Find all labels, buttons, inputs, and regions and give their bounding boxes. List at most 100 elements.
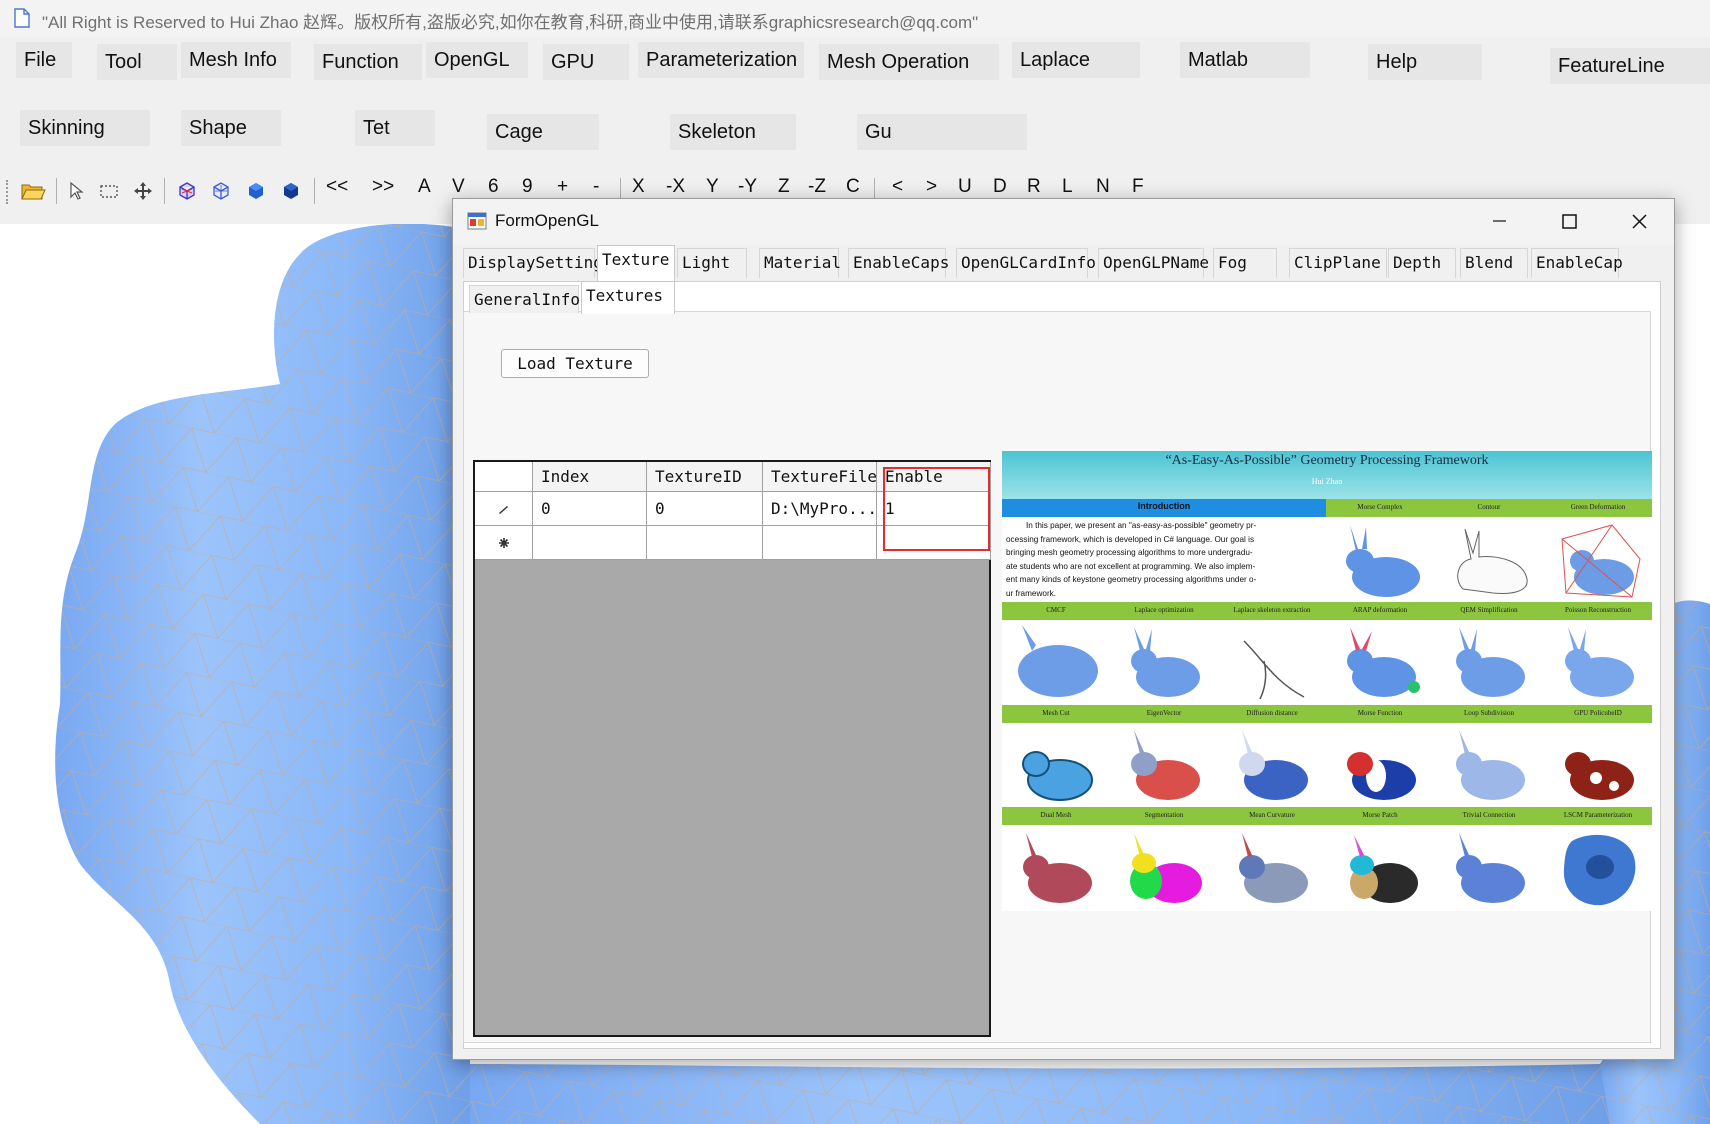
toolbar-v[interactable]: V: [452, 176, 465, 198]
menu-cage[interactable]: Cage: [487, 114, 599, 150]
load-texture-button[interactable]: Load Texture: [501, 349, 649, 378]
tab-depth[interactable]: Depth: [1388, 248, 1456, 278]
intro-line: bringing mesh geometry processing algori…: [1006, 548, 1253, 557]
grid-new-cell-index[interactable]: [533, 526, 647, 560]
toolbar-neg-z[interactable]: -Z: [808, 176, 826, 198]
grid-row-header[interactable]: [475, 492, 533, 526]
grid-header-texturefile[interactable]: TextureFile: [763, 462, 877, 492]
menu-matlab[interactable]: Matlab: [1180, 42, 1310, 78]
subtab-textures[interactable]: Textures: [581, 281, 675, 314]
tab-openglcardinfo[interactable]: OpenGLCardInfo: [956, 248, 1096, 278]
menu-skinning[interactable]: Skinning: [20, 110, 150, 146]
poster-label: Morse Complex: [1357, 503, 1403, 511]
menu-mesh-operation[interactable]: Mesh Operation: [819, 44, 999, 80]
grid-header-textureid[interactable]: TextureID: [647, 462, 763, 492]
menu-help[interactable]: Help: [1368, 44, 1482, 80]
toolbar-next-next[interactable]: >>: [372, 176, 394, 198]
menu-tool[interactable]: Tool: [97, 44, 177, 80]
dialog-titlebar[interactable]: FormOpenGL: [453, 199, 1674, 245]
menu-function[interactable]: Function: [314, 44, 422, 80]
menu-laplace[interactable]: Laplace: [1012, 42, 1140, 78]
toolbar-z[interactable]: Z: [778, 176, 790, 198]
grid-new-row-header[interactable]: [475, 526, 533, 560]
poster-band-3: [1002, 807, 1652, 825]
tab-enablecaps[interactable]: EnableCaps: [848, 248, 949, 278]
toolbar-minus[interactable]: -: [593, 176, 599, 198]
solid-cube-dark-icon[interactable]: [280, 180, 302, 202]
tab-fog[interactable]: Fog: [1213, 248, 1277, 278]
bunny-thumbnail: [1441, 621, 1537, 703]
poster-band-2: [1002, 705, 1652, 723]
toolbar-x[interactable]: X: [632, 176, 645, 198]
poster-label: Trivial Connection: [1462, 811, 1516, 819]
toolbar-d[interactable]: D: [993, 176, 1007, 198]
grid-new-cell-textureid[interactable]: [647, 526, 763, 560]
bunny-thumbnail: [1441, 724, 1537, 806]
toolbar-less[interactable]: <: [892, 176, 903, 198]
toolbar-n[interactable]: N: [1096, 176, 1110, 198]
solid-cube-icon[interactable]: [245, 180, 267, 202]
poster-intro-text: In this paper, we present an "as-easy-as…: [1006, 519, 1326, 600]
menu-skeleton[interactable]: Skeleton: [670, 114, 796, 150]
tab-clipplane[interactable]: ClipPlane: [1289, 248, 1387, 278]
bunny-thumbnail: [1332, 827, 1428, 909]
toolbar-neg-x[interactable]: -X: [666, 176, 685, 198]
close-icon[interactable]: [1604, 199, 1674, 243]
tab-light[interactable]: Light: [677, 248, 747, 278]
bunny-thumbnail: [1008, 827, 1104, 909]
menu-gu[interactable]: Gu: [857, 114, 1027, 150]
toolbar-r[interactable]: R: [1027, 176, 1041, 198]
rect-select-icon[interactable]: [98, 180, 120, 202]
menu-file[interactable]: File: [16, 42, 72, 78]
grid-new-cell-texturefile[interactable]: [763, 526, 877, 560]
toolbar-l[interactable]: L: [1062, 176, 1073, 198]
wire-cube-icon[interactable]: [176, 180, 198, 202]
grid-cell-index[interactable]: 0: [533, 492, 647, 526]
poster-title: “As-Easy-As-Possible” Geometry Processin…: [1165, 453, 1489, 468]
toolbar-6[interactable]: 6: [488, 176, 499, 198]
menu-opengl[interactable]: OpenGL: [426, 42, 528, 78]
menu-featureline[interactable]: FeatureLine: [1550, 48, 1710, 84]
wire-cube-alt-icon[interactable]: [210, 180, 232, 202]
bunny-thumbnail: [1008, 621, 1104, 703]
tab-openglpname[interactable]: OpenGLPName: [1098, 248, 1209, 278]
grid-cell-textureid[interactable]: 0: [647, 492, 763, 526]
toolbar-grip[interactable]: [6, 180, 12, 204]
toolbar-c[interactable]: C: [846, 176, 860, 198]
toolbar-y[interactable]: Y: [706, 176, 719, 198]
tab-enablecap[interactable]: EnableCap: [1531, 248, 1623, 278]
toolbar-greater[interactable]: >: [926, 176, 937, 198]
menu-shape[interactable]: Shape: [181, 110, 281, 146]
grid-cell-texturefile[interactable]: D:\MyPro...: [763, 492, 877, 526]
pointer-select-icon[interactable]: [66, 180, 88, 202]
toolbar-u[interactable]: U: [958, 176, 972, 198]
open-folder-icon[interactable]: [20, 180, 46, 202]
app-title: "All Right is Reserved to Hui Zhao 赵辉。版权…: [42, 13, 979, 32]
menu-mesh-info[interactable]: Mesh Info: [181, 42, 291, 78]
grid-corner[interactable]: [475, 462, 533, 492]
move-icon[interactable]: [132, 180, 154, 202]
form-opengl-dialog: FormOpenGL DisplaySetting Texture Light …: [452, 198, 1675, 1060]
tab-texture[interactable]: Texture: [597, 245, 675, 281]
grid-header-index[interactable]: Index: [533, 462, 647, 492]
toolbar-a[interactable]: A: [418, 176, 431, 198]
toolbar-9[interactable]: 9: [522, 176, 533, 198]
intro-line: ate students who are not excellent at pr…: [1006, 561, 1256, 571]
toolbar-prev-prev[interactable]: <<: [326, 176, 348, 198]
bunny-cage-thumbnail: [1552, 519, 1648, 601]
tab-displaysetting[interactable]: DisplaySetting: [463, 248, 603, 278]
minimize-icon[interactable]: [1464, 199, 1534, 243]
menu-tet[interactable]: Tet: [355, 110, 435, 146]
menu-gpu[interactable]: GPU: [543, 44, 629, 80]
texture-grid[interactable]: Index TextureID TextureFile Enable 0 0 D…: [473, 460, 991, 1037]
toolbar-plus[interactable]: +: [557, 176, 568, 198]
toolbar-neg-y[interactable]: -Y: [738, 176, 757, 198]
poster-label: Poisson Reconstruction: [1565, 606, 1631, 614]
subtab-generalinfo[interactable]: GeneralInfo: [469, 285, 580, 313]
toolbar-f[interactable]: F: [1132, 176, 1144, 198]
enable-highlight-box: [883, 467, 990, 551]
tab-material[interactable]: Material: [759, 248, 841, 278]
maximize-icon[interactable]: [1534, 199, 1604, 243]
menu-parameterization[interactable]: Parameterization: [638, 42, 804, 78]
tab-blend[interactable]: Blend: [1460, 248, 1528, 278]
